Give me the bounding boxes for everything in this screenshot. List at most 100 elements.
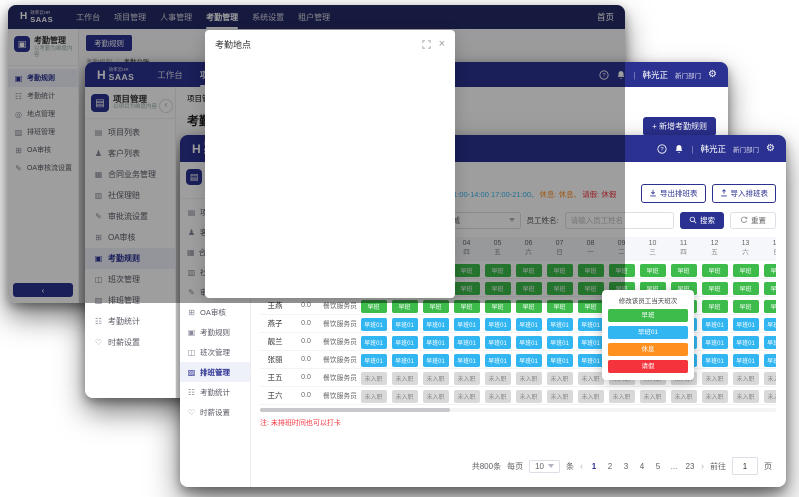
shift-badge[interactable]: 未入职 [485, 372, 511, 385]
sidebar-item[interactable]: ☷考勤统计 [85, 311, 175, 332]
next-page-button[interactable]: › [701, 461, 704, 471]
bell-icon[interactable] [674, 144, 684, 154]
shift-badge[interactable]: 早班 [702, 300, 728, 313]
shift-badge[interactable]: 未入职 [454, 390, 480, 403]
export-schedule-button[interactable]: 导出排班表 [641, 184, 706, 203]
shift-badge[interactable]: 早班 [764, 264, 777, 277]
shift-badge[interactable]: 早班01 [485, 336, 511, 349]
shift-badge[interactable]: 早班01 [578, 354, 604, 367]
shift-badge[interactable]: 早班 [640, 264, 666, 277]
sidebar-item[interactable]: ♡时薪设置 [180, 402, 250, 422]
user-name[interactable]: 韩光正 [701, 143, 727, 155]
shift-badge[interactable]: 未入职 [609, 390, 635, 403]
per-page-select[interactable]: 10 [529, 460, 560, 473]
shift-badge[interactable]: 早班01 [764, 318, 777, 331]
page-number[interactable]: 3 [621, 462, 631, 471]
shift-badge[interactable]: 早班 [733, 282, 759, 295]
sidebar-item[interactable]: ▣考勤规则 [180, 322, 250, 342]
shift-option-button[interactable]: 休息 [608, 343, 688, 356]
shift-badge[interactable]: 早班01 [454, 354, 480, 367]
sidebar-item[interactable]: ☷考勤统计 [180, 382, 250, 402]
shift-badge[interactable]: 未入职 [702, 390, 728, 403]
sidebar-item[interactable]: ◫班次管理 [180, 342, 250, 362]
shift-badge[interactable]: 早班01 [764, 354, 777, 367]
help-icon[interactable]: ? [657, 144, 667, 154]
gear-icon[interactable]: ⚙ [708, 70, 717, 80]
page-number[interactable]: 5 [653, 462, 663, 471]
page-number[interactable]: 1 [589, 462, 599, 471]
shift-badge[interactable]: 早班01 [578, 318, 604, 331]
prev-page-button[interactable]: ‹ [580, 461, 583, 471]
shift-badge[interactable]: 早班01 [702, 336, 728, 349]
page-number[interactable]: 23 [685, 462, 695, 471]
shift-badge[interactable]: 早班01 [423, 336, 449, 349]
shift-badge[interactable]: 早班01 [392, 336, 418, 349]
shift-badge[interactable]: 早班01 [733, 318, 759, 331]
sidebar-item[interactable]: ♡时薪设置 [85, 332, 175, 353]
shift-badge[interactable]: 早班01 [485, 354, 511, 367]
shift-option-button[interactable]: 早班 [608, 309, 688, 322]
shift-option-button[interactable]: 请假 [608, 360, 688, 373]
shift-badge[interactable]: 早班 [702, 282, 728, 295]
shift-badge[interactable]: 早班01 [423, 354, 449, 367]
shift-badge[interactable]: 早班 [671, 264, 697, 277]
close-icon[interactable]: × [439, 39, 445, 50]
shift-badge[interactable]: 早班01 [764, 336, 777, 349]
shift-badge[interactable]: 早班01 [733, 354, 759, 367]
shift-badge[interactable]: 未入职 [485, 390, 511, 403]
shift-badge[interactable]: 未入职 [702, 372, 728, 385]
shift-badge[interactable]: 早班01 [547, 318, 573, 331]
reset-button[interactable]: 重置 [730, 212, 776, 229]
shift-badge[interactable]: 早班01 [516, 354, 542, 367]
add-attendance-rule-button[interactable]: + 新增考勤规则 [643, 117, 716, 136]
shift-badge[interactable]: 早班01 [516, 336, 542, 349]
search-button[interactable]: 搜索 [680, 212, 724, 229]
sidebar-item[interactable]: ⊞OA审核 [180, 302, 250, 322]
shift-badge[interactable]: 未入职 [671, 390, 697, 403]
shift-badge[interactable]: 未入职 [764, 372, 777, 385]
shift-badge[interactable]: 早班 [764, 282, 777, 295]
shift-badge[interactable]: 未入职 [423, 390, 449, 403]
page-number[interactable]: 2 [605, 462, 615, 471]
shift-badge[interactable]: 早班 [764, 300, 777, 313]
shift-badge[interactable]: 早班01 [392, 318, 418, 331]
shift-badge[interactable]: 早班01 [578, 336, 604, 349]
shift-badge[interactable]: 未入职 [733, 390, 759, 403]
shift-badge[interactable]: 未入职 [392, 390, 418, 403]
shift-badge[interactable]: 早班01 [361, 318, 387, 331]
shift-badge[interactable]: 早班01 [454, 336, 480, 349]
shift-badge[interactable]: 未入职 [392, 372, 418, 385]
user-name[interactable]: 韩光正 [643, 69, 669, 81]
shift-badge[interactable]: 早班01 [361, 336, 387, 349]
shift-badge[interactable]: 早班01 [423, 318, 449, 331]
shift-badge[interactable]: 未入职 [454, 372, 480, 385]
shift-badge[interactable]: 未入职 [423, 372, 449, 385]
shift-badge[interactable]: 早班01 [702, 354, 728, 367]
shift-badge[interactable]: 早班01 [361, 354, 387, 367]
shift-badge[interactable]: 未入职 [578, 372, 604, 385]
shift-badge[interactable]: 未入职 [578, 390, 604, 403]
shift-badge[interactable]: 未入职 [733, 372, 759, 385]
gear-icon[interactable]: ⚙ [766, 144, 775, 154]
shift-badge[interactable]: 未入职 [547, 390, 573, 403]
maximize-icon[interactable] [422, 40, 431, 49]
shift-option-button[interactable]: 早班01 [608, 326, 688, 339]
page-number[interactable]: 4 [637, 462, 647, 471]
sidebar-item[interactable]: ▨排班管理 [180, 362, 250, 382]
shift-badge[interactable]: 未入职 [547, 372, 573, 385]
shift-badge[interactable]: 未入职 [361, 390, 387, 403]
shift-badge[interactable]: 早班01 [547, 336, 573, 349]
shift-badge[interactable]: 早班01 [733, 336, 759, 349]
goto-page-input[interactable] [732, 457, 758, 475]
shift-badge[interactable]: 未入职 [361, 372, 387, 385]
shift-badge[interactable]: 早班 [702, 264, 728, 277]
import-schedule-button[interactable]: 导入排班表 [712, 184, 777, 203]
shift-badge[interactable]: 早班01 [547, 354, 573, 367]
scrollbar-thumb[interactable] [260, 408, 450, 412]
shift-badge[interactable]: 未入职 [764, 390, 777, 403]
shift-badge[interactable]: 未入职 [516, 372, 542, 385]
shift-badge[interactable]: 早班01 [392, 354, 418, 367]
shift-badge[interactable]: 早班01 [516, 318, 542, 331]
shift-badge[interactable]: 未入职 [516, 390, 542, 403]
shift-badge[interactable]: 未入职 [640, 390, 666, 403]
